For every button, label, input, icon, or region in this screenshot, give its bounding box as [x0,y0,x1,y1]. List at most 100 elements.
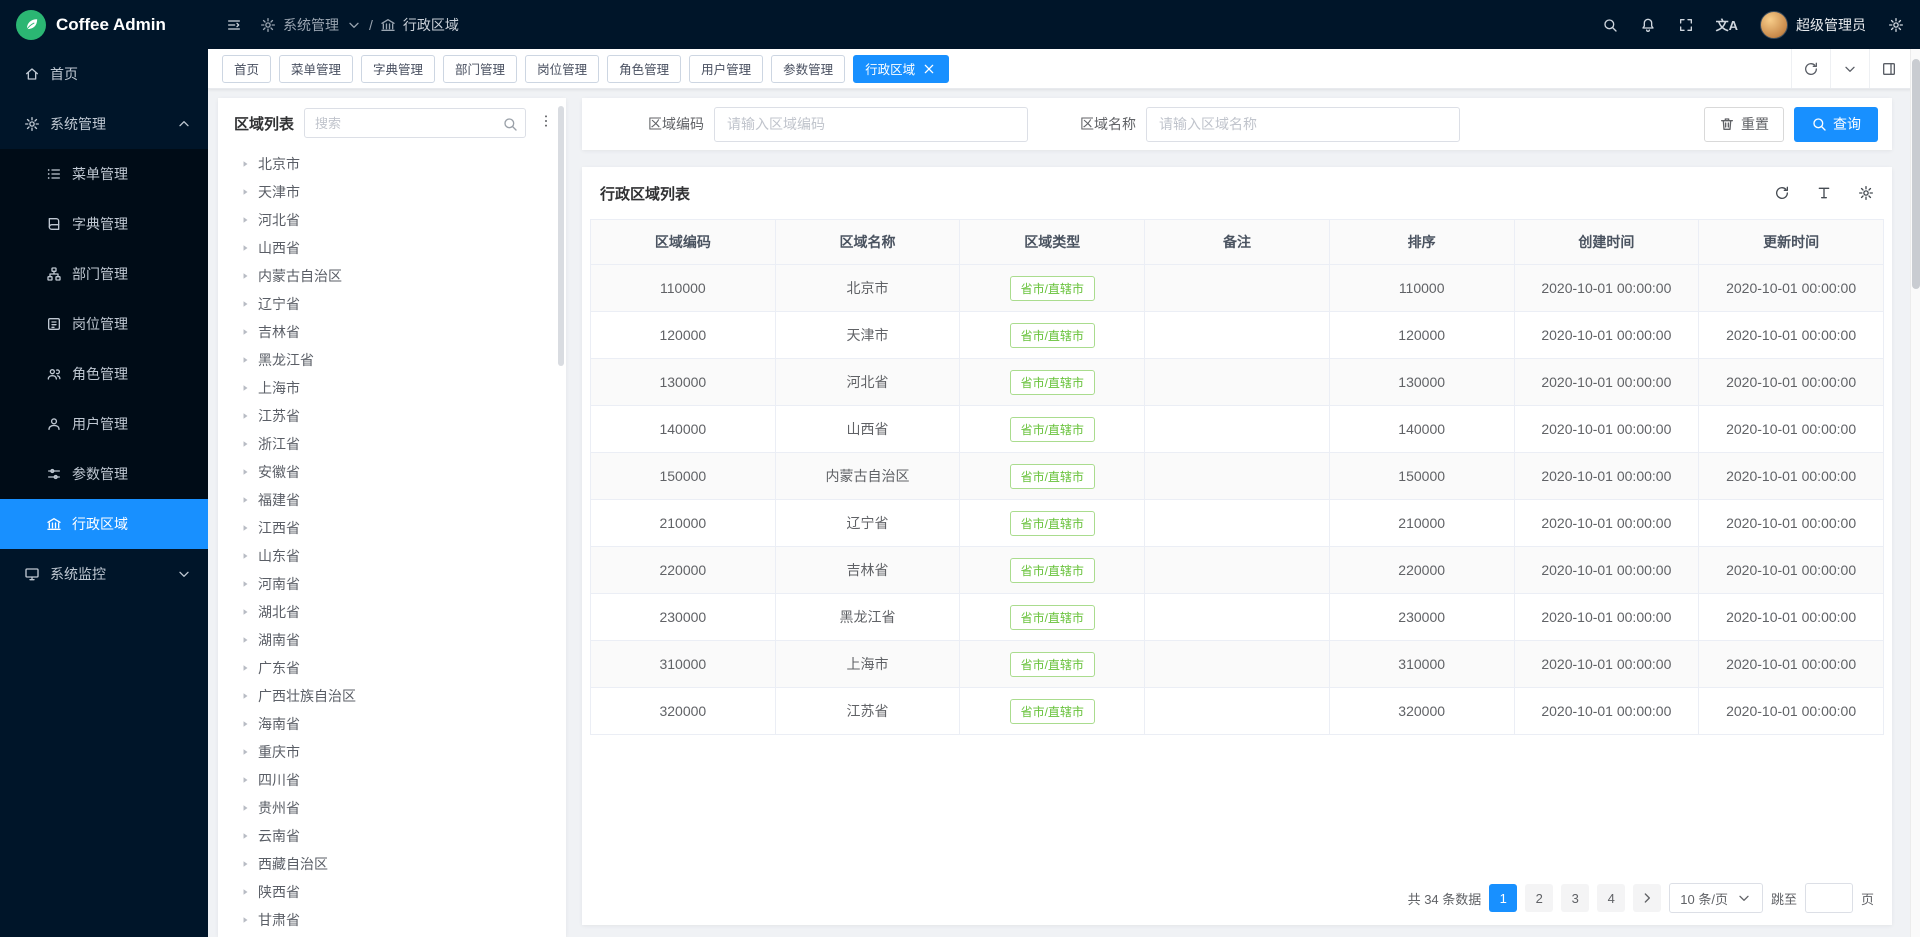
caret-right-icon[interactable] [240,635,250,645]
caret-right-icon[interactable] [240,719,250,729]
caret-right-icon[interactable] [240,859,250,869]
page-button[interactable]: 3 [1561,884,1589,912]
table-row[interactable]: 310000 上海市 省市/直辖市 310000 2020-10-01 00:0… [591,641,1884,688]
tree-node[interactable]: 河南省 [218,570,566,598]
scrollbar-thumb[interactable] [1912,59,1920,289]
caret-right-icon[interactable] [240,439,250,449]
tree-node[interactable]: 内蒙古自治区 [218,262,566,290]
caret-right-icon[interactable] [240,383,250,393]
tree-node[interactable]: 西藏自治区 [218,850,566,878]
tab[interactable]: 角色管理 [607,55,681,83]
header-search-button[interactable] [1602,17,1618,33]
caret-right-icon[interactable] [240,579,250,589]
caret-right-icon[interactable] [240,327,250,337]
tree-node[interactable]: 吉林省 [218,318,566,346]
column-header[interactable]: 备注 [1145,220,1330,265]
tree-node[interactable]: 湖南省 [218,626,566,654]
tree-node[interactable]: 广东省 [218,654,566,682]
tree-scrollbar-thumb[interactable] [558,106,564,366]
page-button[interactable]: 1 [1489,884,1517,912]
tree-node[interactable]: 陕西省 [218,878,566,906]
region-name-input[interactable] [1146,107,1460,142]
tab-actions-button[interactable] [1830,49,1869,88]
next-page-button[interactable] [1633,884,1661,912]
caret-right-icon[interactable] [240,915,250,925]
tree-node[interactable]: 山东省 [218,542,566,570]
tree-node[interactable]: 北京市 [218,150,566,178]
region-code-input[interactable] [714,107,1028,142]
page-size-select[interactable]: 10 条/页 [1669,883,1763,913]
page-scrollbar[interactable] [1910,49,1920,937]
sidebar-group-system[interactable]: 系统管理 [0,99,208,149]
table-row[interactable]: 230000 黑龙江省 省市/直辖市 230000 2020-10-01 00:… [591,594,1884,641]
breadcrumb-section[interactable]: 系统管理 [283,15,339,35]
column-header[interactable]: 区域编码 [591,220,776,265]
more-options-button[interactable] [536,111,556,136]
table-row[interactable]: 110000 北京市 省市/直辖市 110000 2020-10-01 00:0… [591,265,1884,312]
tab[interactable]: 参数管理 [771,55,845,83]
jump-page-input[interactable] [1805,883,1853,913]
notifications-button[interactable] [1640,17,1656,33]
app-logo[interactable]: Coffee Admin [0,0,208,49]
tree-node[interactable]: 甘肃省 [218,906,566,934]
caret-right-icon[interactable] [240,187,250,197]
tree-node[interactable]: 湖北省 [218,598,566,626]
tree-node[interactable]: 浙江省 [218,430,566,458]
tree-node[interactable]: 江西省 [218,514,566,542]
column-header[interactable]: 更新时间 [1699,220,1884,265]
sidebar-item-post-mgmt[interactable]: 岗位管理 [0,299,208,349]
tree-node[interactable]: 云南省 [218,822,566,850]
caret-right-icon[interactable] [240,215,250,225]
caret-right-icon[interactable] [240,299,250,309]
table-row[interactable]: 140000 山西省 省市/直辖市 140000 2020-10-01 00:0… [591,406,1884,453]
sidebar-item-dict-mgmt[interactable]: 字典管理 [0,199,208,249]
table-row[interactable]: 120000 天津市 省市/直辖市 120000 2020-10-01 00:0… [591,312,1884,359]
tab[interactable]: 行政区域 [853,55,949,83]
tree-node[interactable]: 重庆市 [218,738,566,766]
tree-node[interactable]: 江苏省 [218,402,566,430]
column-header[interactable]: 创建时间 [1514,220,1699,265]
caret-right-icon[interactable] [240,243,250,253]
tree-search-input[interactable] [304,108,526,138]
tab[interactable]: 首页 [222,55,271,83]
sidebar-item-role-mgmt[interactable]: 角色管理 [0,349,208,399]
language-button[interactable]: 文A [1716,15,1738,34]
caret-right-icon[interactable] [240,663,250,673]
tab[interactable]: 部门管理 [443,55,517,83]
table-row[interactable]: 150000 内蒙古自治区 省市/直辖市 150000 2020-10-01 0… [591,453,1884,500]
sidebar-collapse-button[interactable] [208,17,260,33]
caret-right-icon[interactable] [240,159,250,169]
caret-right-icon[interactable] [240,747,250,757]
table-row[interactable]: 130000 河北省 省市/直辖市 130000 2020-10-01 00:0… [591,359,1884,406]
tab[interactable]: 用户管理 [689,55,763,83]
tree-node[interactable]: 四川省 [218,766,566,794]
tree-node[interactable]: 海南省 [218,710,566,738]
tab[interactable]: 菜单管理 [279,55,353,83]
sidebar-item-dept-mgmt[interactable]: 部门管理 [0,249,208,299]
refresh-table-button[interactable] [1774,185,1790,201]
caret-right-icon[interactable] [240,271,250,281]
sidebar-item-param-mgmt[interactable]: 参数管理 [0,449,208,499]
table-row[interactable]: 320000 江苏省 省市/直辖市 320000 2020-10-01 00:0… [591,688,1884,735]
sidebar-item-region[interactable]: 行政区域 [0,499,208,549]
tree-node[interactable]: 辽宁省 [218,290,566,318]
tab[interactable]: 岗位管理 [525,55,599,83]
sidebar-group-monitor[interactable]: 系统监控 [0,549,208,599]
settings-button[interactable] [1888,17,1904,33]
caret-right-icon[interactable] [240,691,250,701]
caret-right-icon[interactable] [240,831,250,841]
page-button[interactable]: 2 [1525,884,1553,912]
caret-right-icon[interactable] [240,467,250,477]
tree-node[interactable]: 福建省 [218,486,566,514]
refresh-tab-button[interactable] [1791,49,1830,88]
caret-right-icon[interactable] [240,803,250,813]
page-button[interactable]: 4 [1597,884,1625,912]
caret-right-icon[interactable] [240,887,250,897]
close-icon[interactable] [921,61,937,77]
caret-right-icon[interactable] [240,411,250,421]
table-row[interactable]: 210000 辽宁省 省市/直辖市 210000 2020-10-01 00:0… [591,500,1884,547]
search-icon[interactable] [502,116,518,132]
user-menu[interactable]: 超级管理员 [1760,11,1866,39]
sidebar-item-home[interactable]: 首页 [0,49,208,99]
tree-node[interactable]: 广西壮族自治区 [218,682,566,710]
